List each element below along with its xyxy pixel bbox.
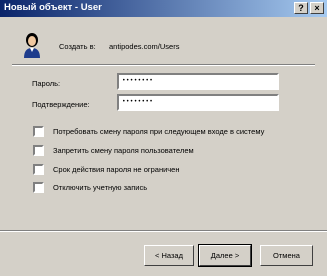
help-icon: ? bbox=[298, 2, 304, 13]
checkbox[interactable] bbox=[33, 164, 44, 175]
cancel-button[interactable]: Отмена bbox=[260, 245, 313, 266]
password-field[interactable]: •••••••• bbox=[117, 73, 279, 90]
separator bbox=[0, 230, 327, 232]
user-icon bbox=[24, 33, 40, 58]
option-prevent-password-change[interactable]: Запретить смену пароля пользователем bbox=[33, 145, 194, 156]
back-button[interactable]: < Назад bbox=[144, 245, 194, 266]
password-label: Пароль: bbox=[32, 79, 61, 88]
separator bbox=[12, 64, 315, 66]
next-button[interactable]: Далее > bbox=[198, 244, 252, 267]
window-title: Новый объект - User bbox=[4, 2, 102, 13]
option-label: Срок действия пароля не ограничен bbox=[53, 165, 180, 174]
confirm-password-field[interactable]: •••••••• bbox=[117, 94, 279, 111]
create-in-path: antipodes.com/Users bbox=[109, 42, 180, 51]
checkbox[interactable] bbox=[33, 145, 44, 156]
help-button[interactable]: ? bbox=[294, 2, 308, 14]
close-button[interactable]: × bbox=[310, 2, 324, 14]
option-disable-account[interactable]: Отключить учетную запись bbox=[33, 182, 147, 193]
title-bar[interactable]: Новый объект - User ? × bbox=[0, 0, 327, 17]
checkbox[interactable] bbox=[33, 126, 44, 137]
option-require-password-change[interactable]: Потребовать смену пароля при следующем в… bbox=[33, 126, 264, 137]
confirm-password-label: Подтверждение: bbox=[32, 100, 90, 109]
new-user-dialog: Новый объект - User ? × Создать в: antip… bbox=[0, 0, 327, 276]
checkbox[interactable] bbox=[33, 182, 44, 193]
create-in-label: Создать в: bbox=[59, 42, 96, 51]
option-label: Отключить учетную запись bbox=[53, 183, 148, 192]
close-icon: × bbox=[314, 2, 320, 13]
option-label: Потребовать смену пароля при следующем в… bbox=[53, 127, 265, 136]
option-password-never-expires[interactable]: Срок действия пароля не ограничен bbox=[33, 164, 180, 175]
option-label: Запретить смену пароля пользователем bbox=[53, 146, 194, 155]
